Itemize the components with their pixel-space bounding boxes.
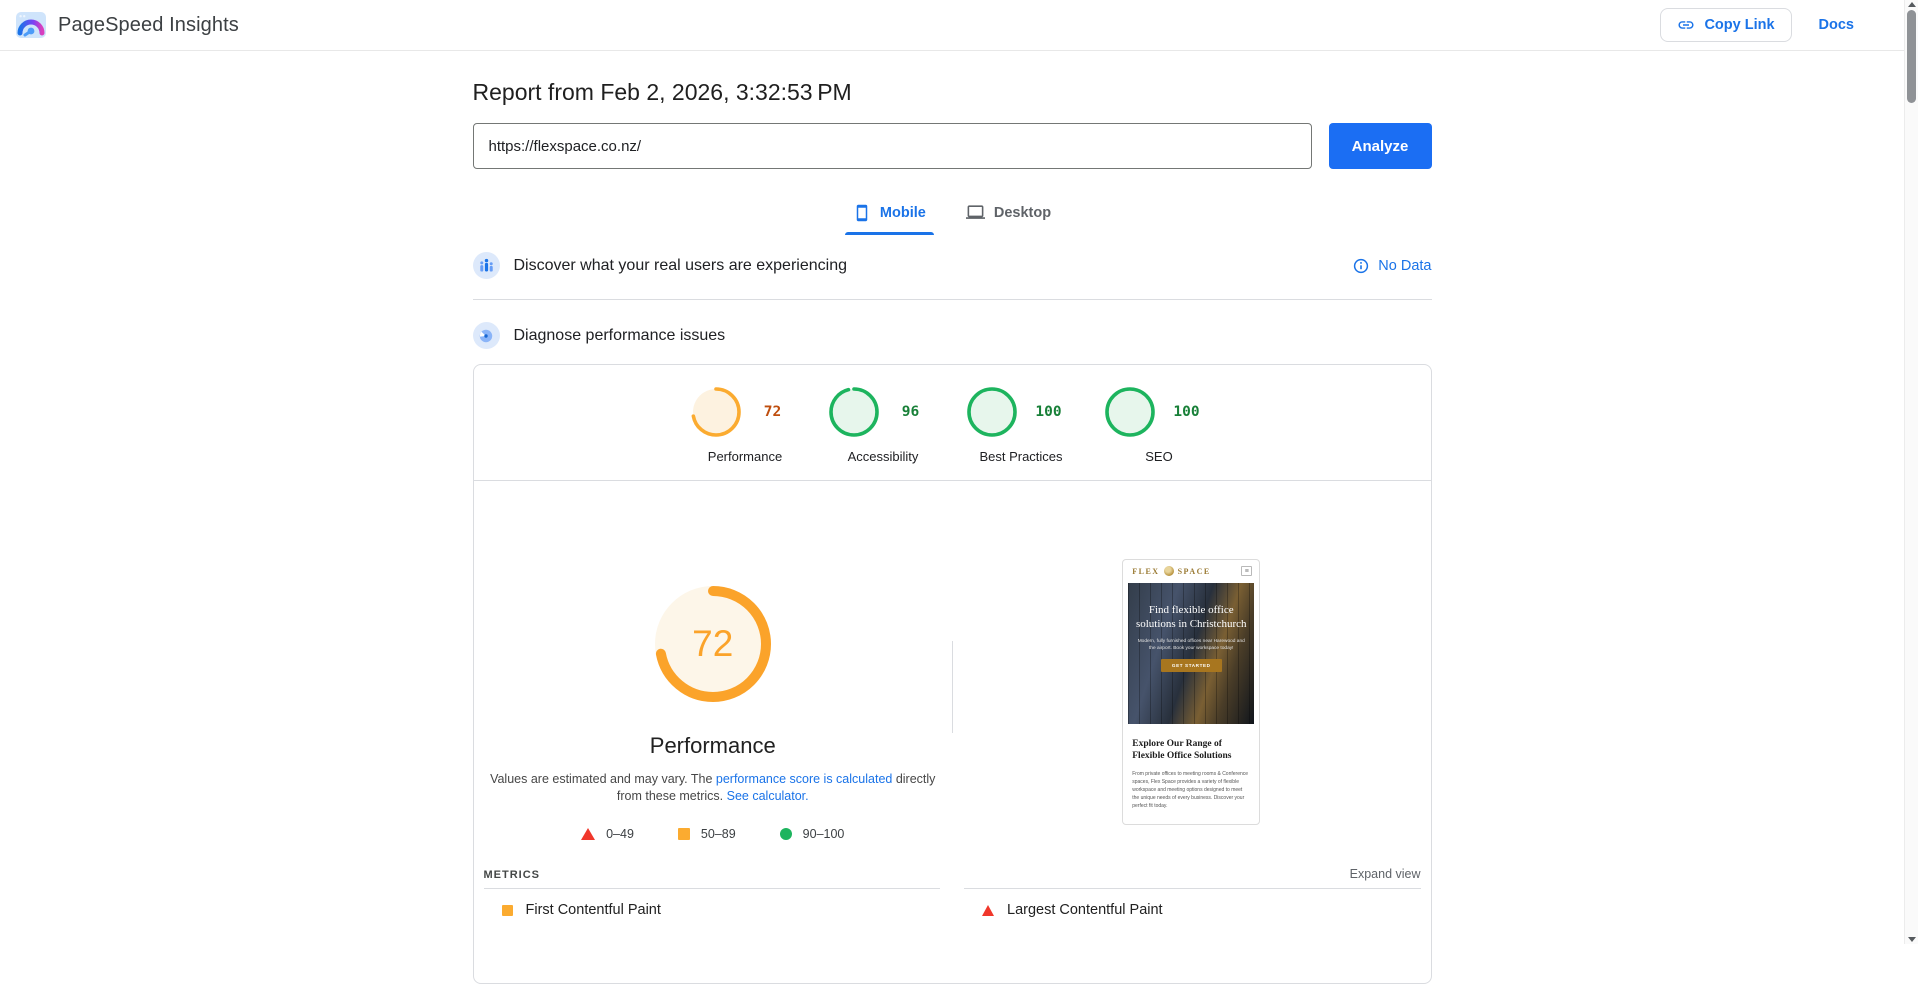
performance-score-gauge: 72 (690, 386, 800, 438)
pagespeed-logo-icon (16, 12, 46, 38)
scroll-up-arrow-icon[interactable] (1908, 2, 1916, 7)
lab-data-title: Diagnose performance issues (513, 326, 726, 344)
diagnose-icon (472, 322, 500, 349)
thumb-hero: Find flexible office solutions in Christ… (1128, 583, 1255, 724)
metric-column-right: Largest Contentful Paint (964, 888, 1421, 918)
legend-poor: 0–49 (581, 827, 634, 841)
metrics-header-row: METRICS Expand view (474, 867, 1431, 881)
see-calculator-link[interactable]: See calculator. (727, 789, 809, 803)
lab-data-section: Diagnose performance issues (472, 322, 1432, 349)
score-label: Performance (707, 449, 783, 464)
seo-score-gauge: 100 (1104, 386, 1214, 438)
tab-mobile-label: Mobile (879, 204, 926, 221)
docs-link[interactable]: Docs (1819, 17, 1854, 33)
score-summary-row: 72 Performance 96 Accessibility 100 Best… (474, 365, 1431, 464)
column-divider (952, 641, 953, 733)
score-accessibility[interactable]: 96 Accessibility (828, 386, 938, 464)
real-users-icon (472, 252, 500, 279)
field-data-title: Discover what your real users are experi… (513, 256, 847, 274)
desktop-icon (965, 205, 985, 219)
metric-lcp: Largest Contentful Paint (982, 902, 1421, 918)
good-circle-icon (779, 827, 792, 840)
no-data-status[interactable]: No Data (1353, 257, 1432, 274)
legend-average: 50–89 (677, 827, 736, 841)
thumb-logo-emblem (1163, 566, 1174, 576)
header-actions: Copy Link Docs (1660, 8, 1854, 42)
thumb-hero-title: Find flexible office solutions in Christ… (1135, 604, 1247, 631)
field-data-header: Discover what your real users are experi… (472, 252, 847, 279)
score-calc-link[interactable]: performance score is calculated (716, 772, 892, 786)
score-seo[interactable]: 100 SEO (1104, 386, 1214, 464)
scrollbar-thumb[interactable] (1907, 10, 1916, 103)
url-input[interactable] (472, 123, 1312, 169)
link-icon (1678, 21, 1694, 29)
thumb-section-heading: Explore Our Range of Flexible Office Sol… (1132, 739, 1232, 762)
accessibility-score-gauge: 96 (828, 386, 938, 438)
url-row: Analyze (472, 123, 1432, 169)
thumb-below-fold: Explore Our Range of Flexible Office Sol… (1123, 724, 1259, 810)
mobile-icon (856, 204, 868, 221)
tab-mobile[interactable]: Mobile (839, 193, 940, 235)
performance-note: Values are estimated and may vary. The p… (478, 771, 948, 805)
thumb-site-logo: FLEX SPACE (1132, 566, 1211, 576)
app-header: PageSpeed Insights Copy Link Docs (0, 0, 1904, 51)
fcp-level-icon (501, 904, 513, 916)
field-data-section: Discover what your real users are experi… (472, 252, 1432, 300)
page-screenshot-thumbnail: FLEX SPACE ≡ Find flexible office soluti… (1122, 559, 1261, 825)
score-legend: 0–49 50–89 90–100 (474, 827, 953, 841)
tab-desktop[interactable]: Desktop (952, 193, 1065, 235)
metric-column-left: First Contentful Paint (483, 888, 941, 918)
fcp-label: First Contentful Paint (525, 902, 661, 918)
performance-main-gauge[interactable]: 72 (653, 584, 773, 704)
note-text: Values are estimated and may vary. The (490, 772, 716, 786)
brand[interactable]: PageSpeed Insights (16, 12, 239, 38)
thumb-get-started-button: GET STARTED (1160, 658, 1222, 672)
score-best-practices[interactable]: 100 Best Practices (966, 386, 1076, 464)
metric-fcp: First Contentful Paint (501, 902, 941, 918)
report-panel: 72 Performance 96 Accessibility 100 Best… (472, 364, 1432, 984)
thumb-hamburger-icon: ≡ (1241, 566, 1253, 576)
metrics-heading: METRICS (483, 869, 540, 881)
lcp-label: Largest Contentful Paint (1007, 902, 1163, 918)
copy-link-button[interactable]: Copy Link (1660, 8, 1792, 42)
performance-heading: Performance (649, 733, 776, 758)
info-icon (1354, 258, 1369, 273)
performance-gauge-column: 72 Performance Values are estimated and … (474, 481, 953, 867)
thumb-site-header: FLEX SPACE ≡ (1123, 560, 1259, 582)
performance-detail-area: 72 Performance Values are estimated and … (474, 481, 1431, 867)
best-practices-score-gauge: 100 (966, 386, 1076, 438)
performance-score-value: 72 (692, 623, 734, 664)
analyze-button[interactable]: Analyze (1328, 123, 1432, 169)
score-label: Best Practices (979, 449, 1063, 464)
score-label: Accessibility (847, 449, 919, 464)
metric-columns: First Contentful Paint Largest Contentfu… (483, 888, 1421, 918)
average-square-icon (677, 827, 690, 840)
page: PageSpeed Insights Copy Link Docs Report… (0, 0, 1904, 984)
main-content: Report from Feb 2, 2026, 3:32:53 PM Anal… (472, 79, 1432, 984)
scroll-down-arrow-icon[interactable] (1908, 937, 1916, 942)
lcp-level-icon (982, 904, 994, 916)
poor-triangle-icon (581, 827, 596, 840)
thumb-section-paragraph: From private offices to meeting rooms & … (1132, 770, 1249, 809)
no-data-label: No Data (1378, 257, 1432, 274)
copy-link-label: Copy Link (1704, 17, 1775, 33)
expand-view-button[interactable]: Expand view (1350, 867, 1421, 881)
score-performance[interactable]: 72 Performance (690, 386, 800, 464)
legend-good: 90–100 (779, 827, 844, 841)
screenshot-column: FLEX SPACE ≡ Find flexible office soluti… (952, 481, 1431, 867)
report-title: Report from Feb 2, 2026, 3:32:53 PM (472, 79, 852, 105)
score-label: SEO (1145, 449, 1173, 464)
device-tabs: Mobile Desktop (473, 193, 1432, 235)
thumb-hero-subtitle: Modern, fully furnished offices near Har… (1137, 638, 1245, 651)
app-title: PageSpeed Insights (58, 13, 239, 36)
tab-desktop-label: Desktop (993, 204, 1052, 221)
scrollbar[interactable] (1904, 0, 1918, 944)
